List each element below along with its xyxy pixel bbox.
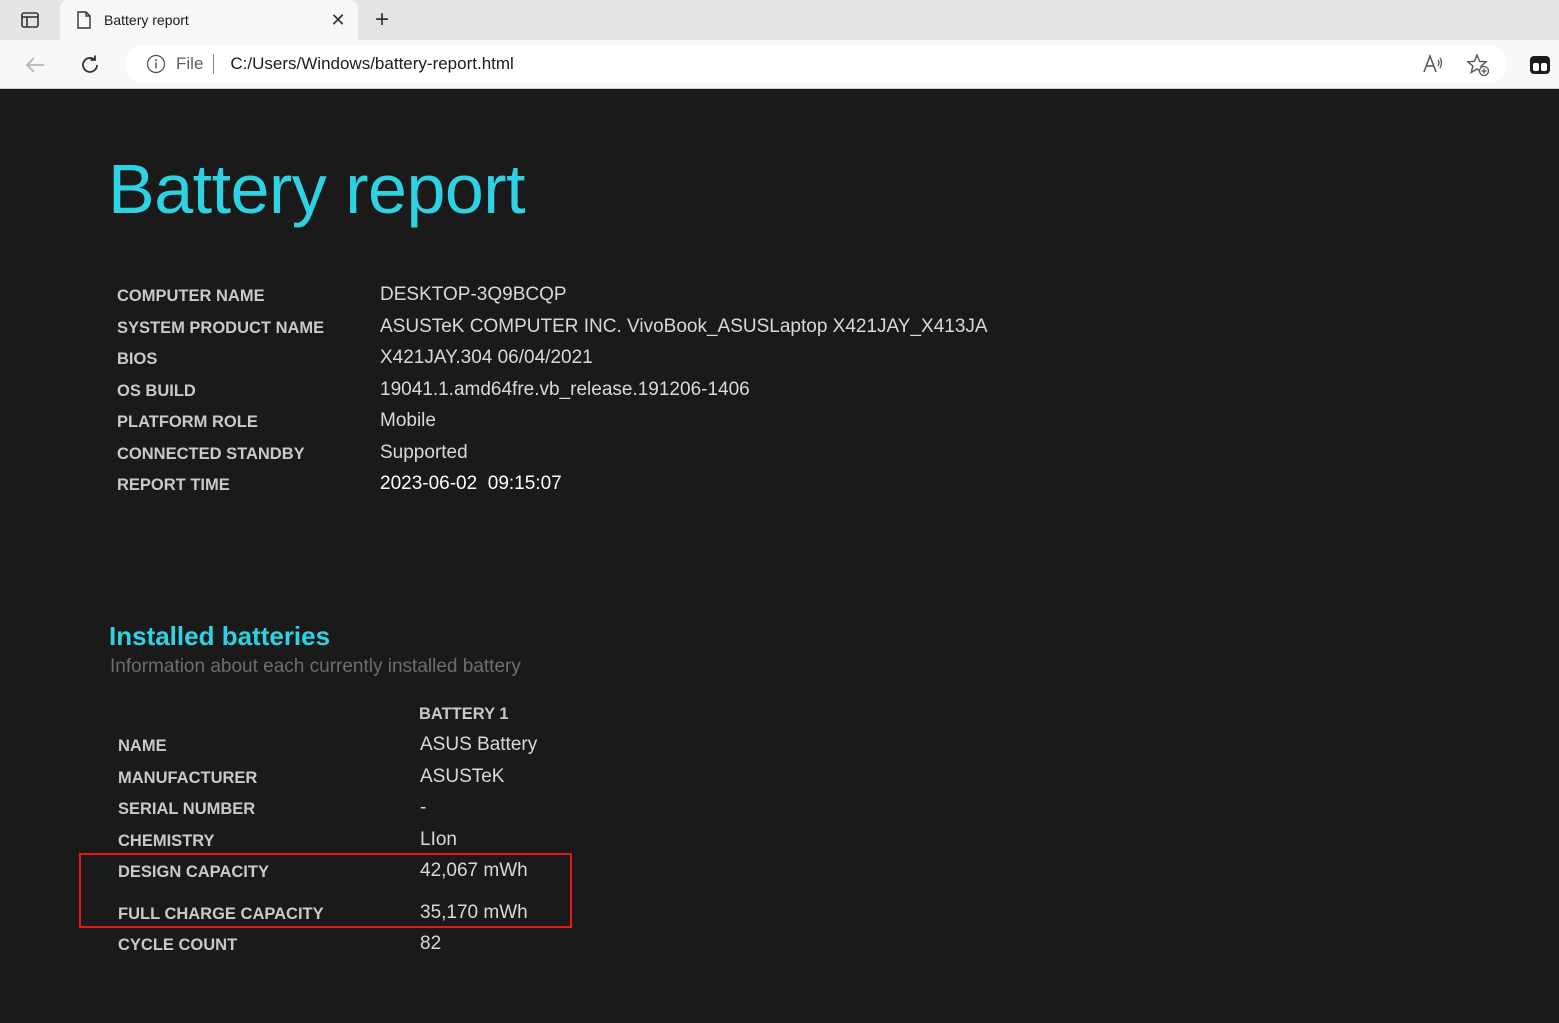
battery-row-name: NAME ASUS Battery [118,734,618,762]
info-label: SYSTEM PRODUCT NAME [117,319,325,337]
battery-value: ASUSTeK [420,766,505,787]
add-favorite-icon[interactable] [1466,53,1490,77]
tab-title: Battery report [104,12,189,28]
report-page: Battery report COMPUTER NAME DESKTOP-3Q9… [0,89,1559,1023]
battery-label: SERIAL NUMBER [118,800,256,818]
address-bar[interactable]: File C:/Users/Windows/battery-report.htm… [126,45,1506,83]
battery-value: LIon [420,829,457,850]
battery-column-header: BATTERY 1 [419,705,509,723]
info-value: ASUSTeK COMPUTER INC. VivoBook_ASUSLapto… [380,316,988,337]
info-value: DESKTOP-3Q9BCQP [380,284,567,305]
info-row-bios: BIOS X421JAY.304 06/04/2021 [117,347,1117,375]
tab-bar: Battery report ✕ + [0,0,1559,40]
battery-label: CHEMISTRY [118,832,215,850]
url-text[interactable]: C:/Users/Windows/battery-report.html [230,54,513,74]
battery-label: MANUFACTURER [118,769,258,787]
info-label: COMPUTER NAME [117,287,265,305]
info-row-platform-role: PLATFORM ROLE Mobile [117,410,1117,438]
info-row-os-build: OS BUILD 19041.1.amd64fre.vb_release.191… [117,379,1117,407]
battery-row-manufacturer: MANUFACTURER ASUSTeK [118,766,618,794]
battery-value: ASUS Battery [420,734,538,755]
info-label: OS BUILD [117,382,196,400]
info-row-report-time: REPORT TIME 2023-06-02 09:15:07 [117,473,1117,501]
info-value: 19041.1.amd64fre.vb_release.191206-1406 [380,379,750,400]
browser-toolbar: File C:/Users/Windows/battery-report.htm… [0,40,1559,89]
tab-actions-icon[interactable] [14,8,46,32]
info-icon[interactable] [146,54,166,74]
page-icon [76,11,92,29]
close-icon[interactable]: ✕ [328,10,348,30]
info-label: PLATFORM ROLE [117,413,258,431]
battery-value: - [420,797,427,818]
tab-battery-report[interactable]: Battery report ✕ [60,0,358,40]
back-arrow-icon[interactable] [20,50,50,80]
battery-row-cycle-count: CYCLE COUNT 82 [118,933,618,961]
info-value: X421JAY.304 06/04/2021 [380,347,593,368]
info-label: BIOS [117,350,158,368]
info-value: Supported [380,442,468,463]
info-value: Mobile [380,410,436,431]
info-value: 2023-06-02 09:15:07 [380,473,562,494]
battery-row-serial-number: SERIAL NUMBER - [118,797,618,825]
profile-icon[interactable] [1528,53,1552,77]
refresh-icon[interactable] [75,50,105,80]
info-label: CONNECTED STANDBY [117,445,305,463]
address-scheme-label: File [176,54,204,73]
info-label: REPORT TIME [117,476,230,494]
page-title: Battery report [108,150,526,228]
battery-value: 82 [420,933,442,954]
info-row-computer-name: COMPUTER NAME DESKTOP-3Q9BCQP [117,284,1117,312]
installed-batteries-title: Installed batteries [109,621,331,651]
battery-label: CYCLE COUNT [118,936,238,954]
capacity-highlight-box [79,853,572,928]
read-aloud-icon[interactable] [1422,53,1444,75]
address-separator [213,54,215,74]
installed-batteries-subtitle: Information about each currently install… [110,656,521,677]
plus-icon[interactable]: + [368,6,396,34]
info-row-connected-standby: CONNECTED STANDBY Supported [117,442,1117,470]
battery-label: NAME [118,737,167,755]
info-row-system-product-name: SYSTEM PRODUCT NAME ASUSTeK COMPUTER INC… [117,316,1117,344]
